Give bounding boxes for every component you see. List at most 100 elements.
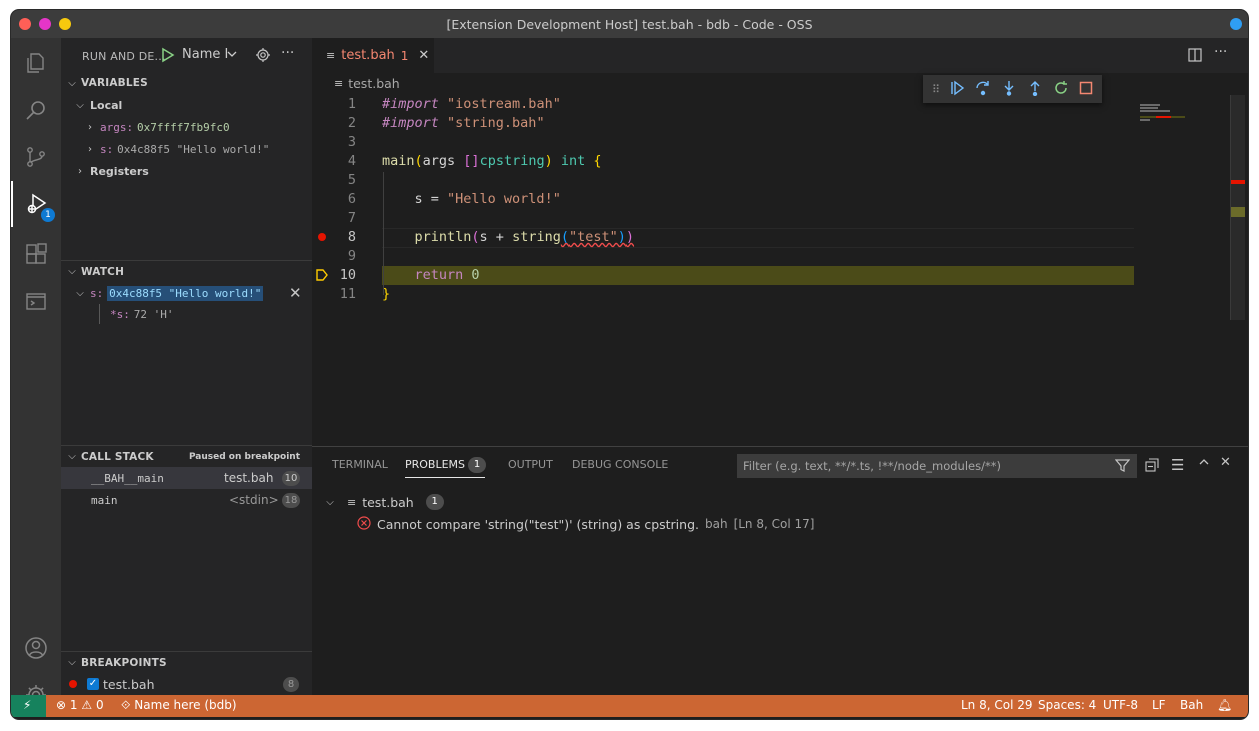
more-actions-icon[interactable]: ··· (1214, 44, 1227, 60)
code-line[interactable]: 4 main(args []cpstring) int { (312, 152, 1134, 171)
stop-icon[interactable] (1079, 81, 1093, 98)
problem-location: [Ln 8, Col 17] (733, 517, 815, 531)
remote-indicator[interactable]: ⚡ (11, 695, 46, 717)
tab-problems[interactable]: PROBLEMS (405, 458, 465, 471)
tab-output[interactable]: OUTPUT (508, 458, 553, 471)
source-control-icon[interactable] (11, 134, 61, 180)
problems-file-row[interactable]: ⌵ ≡ test.bah 1 (325, 491, 444, 513)
watch-expr-value: 0x4c88f5 "Hello world!" (107, 285, 264, 301)
extensions-icon[interactable] (11, 231, 61, 277)
variable-item[interactable]: › s: 0x4c88f5 "Hello world!" (85, 138, 269, 160)
line-number: 3 (347, 134, 356, 150)
callstack-section-header[interactable]: ⌵ CALL STACK Paused on breakpoint (61, 445, 312, 467)
tab-label: test.bah (341, 48, 395, 63)
line-number: 11 (339, 286, 356, 302)
chevron-down-icon[interactable] (226, 48, 238, 63)
breadcrumb[interactable]: ≡ test.bah (334, 76, 400, 91)
error-count: 1 (69, 698, 78, 712)
remote-explorer-icon[interactable] (11, 278, 61, 324)
filter-placeholder: Filter (e.g. text, **/*.ts, !**/node_mod… (743, 459, 1001, 473)
code-line[interactable]: 6 s = "Hello world!" (312, 190, 1134, 209)
close-panel-icon[interactable]: ✕ (1220, 455, 1231, 470)
code-line[interactable]: 8 println(s + string("test")) (312, 228, 1134, 248)
split-editor-icon[interactable] (1188, 48, 1202, 65)
view-as-tree-icon[interactable]: ☰ (1171, 456, 1184, 474)
restart-icon[interactable] (1053, 80, 1069, 99)
code-line[interactable]: 5 (312, 171, 1134, 190)
watch-expression[interactable]: ⌵ s: 0x4c88f5 "Hello world!" (75, 282, 264, 304)
debug-launch-status[interactable]: ⟐ Name here (bdb) (121, 698, 237, 713)
language-mode[interactable]: Bah (1180, 698, 1203, 712)
scope-registers[interactable]: › Registers (75, 160, 149, 182)
code-line[interactable]: 3 (312, 133, 1134, 152)
watch-section-header[interactable]: ⌵ WATCH (61, 260, 312, 282)
cursor-position[interactable]: Ln 8, Col 29 (961, 698, 1033, 712)
launch-config-select[interactable]: Name I (182, 47, 228, 62)
collapse-all-icon[interactable] (1145, 458, 1159, 475)
remote-icon: ⚡ (23, 698, 32, 712)
explorer-icon[interactable] (11, 40, 61, 86)
code-token: ( (560, 229, 569, 245)
code-editor[interactable]: 1 #import "iostream.bah" 2 #import "string.… (312, 95, 1134, 315)
run-debug-icon[interactable]: 1 (11, 181, 61, 227)
line-number: 5 (347, 172, 356, 188)
stack-frame[interactable]: __BAH__main test.bah 10 (61, 467, 312, 489)
step-out-icon[interactable] (1027, 80, 1043, 99)
maximize-panel-icon[interactable] (1198, 456, 1210, 471)
remove-watch-icon[interactable]: ✕ (289, 284, 302, 302)
problems-count-badge: 1 (468, 457, 486, 473)
breakpoint-checkbox[interactable]: ✓ (87, 678, 99, 690)
notifications-bell-icon[interactable]: 🔔︎ (1217, 698, 1232, 712)
breakpoints-title: BREAKPOINTS (81, 656, 167, 669)
problem-item[interactable]: Cannot compare 'string("test")' (string)… (357, 513, 814, 535)
watch-child-name: *s: (110, 307, 130, 321)
drag-handle-icon[interactable]: ⠿ (932, 83, 940, 96)
gear-icon[interactable] (255, 47, 271, 66)
breakpoints-section-header[interactable]: ⌵ BREAKPOINTS (61, 651, 312, 673)
code-token: args (422, 153, 464, 169)
code-line[interactable]: 7 (312, 209, 1134, 228)
search-icon[interactable] (11, 87, 61, 133)
warning-count: 0 (95, 698, 104, 712)
breakpoint-item[interactable]: ✓ test.bah 8 (61, 673, 312, 695)
code-token: s + (479, 229, 513, 245)
code-token: "Hello world!" (447, 191, 561, 207)
more-actions-icon[interactable]: ··· (281, 45, 294, 61)
encoding[interactable]: UTF-8 (1103, 698, 1138, 712)
problems-filter-input[interactable]: Filter (e.g. text, **/*.ts, !**/node_mod… (737, 454, 1137, 478)
vscode-window: [Extension Development Host] test.bah - … (11, 10, 1248, 719)
step-into-icon[interactable] (1001, 80, 1017, 99)
code-token: #import (382, 115, 439, 131)
start-debugging-icon[interactable] (161, 47, 175, 66)
callstack-status: Paused on breakpoint (188, 451, 300, 462)
tab-terminal[interactable]: TERMINAL (332, 458, 388, 471)
continue-icon[interactable] (949, 80, 965, 99)
editor-area: ≡ test.bah 1 ✕ ··· ≡ test.bah 1 #import "… (312, 38, 1248, 695)
errors-warnings[interactable]: ⊗ 1 ⚠ 0 (56, 698, 104, 712)
frame-file: <stdin> (229, 493, 279, 507)
variable-name: s: (100, 142, 114, 156)
scope-local[interactable]: ⌵ Local (75, 94, 122, 116)
code-line[interactable]: 9 (312, 247, 1134, 266)
accounts-icon[interactable] (11, 625, 61, 671)
minimap[interactable] (1140, 95, 1230, 125)
tab-test-bah[interactable]: ≡ test.bah 1 ✕ (312, 38, 434, 73)
stack-frame[interactable]: main <stdin> 18 (61, 489, 312, 511)
code-token: main (382, 153, 415, 169)
code-line[interactable]: 2 #import "string.bah" (312, 114, 1134, 133)
close-tab-icon[interactable]: ✕ (418, 48, 429, 63)
editor-scrollbar[interactable] (1230, 95, 1245, 320)
end-of-line[interactable]: LF (1152, 698, 1166, 712)
variables-section-header[interactable]: ⌵ VARIABLES (61, 72, 312, 94)
code-line[interactable]: 11} (312, 285, 1134, 304)
indentation[interactable]: Spaces: 4 (1038, 698, 1096, 712)
frame-line-badge: 10 (282, 470, 300, 486)
chevron-down-icon: ⌵ (68, 266, 76, 277)
step-over-icon[interactable] (975, 80, 991, 99)
filter-icon[interactable] (1114, 458, 1131, 476)
watch-child[interactable]: *s: 72 'H' (99, 304, 173, 324)
tab-debug-console[interactable]: DEBUG CONSOLE (572, 458, 668, 471)
frame-file: test.bah (224, 471, 274, 485)
code-line[interactable]: 10 return 0 (312, 266, 1134, 285)
variable-item[interactable]: › args: 0x7ffff7fb9fc0 (85, 116, 230, 138)
